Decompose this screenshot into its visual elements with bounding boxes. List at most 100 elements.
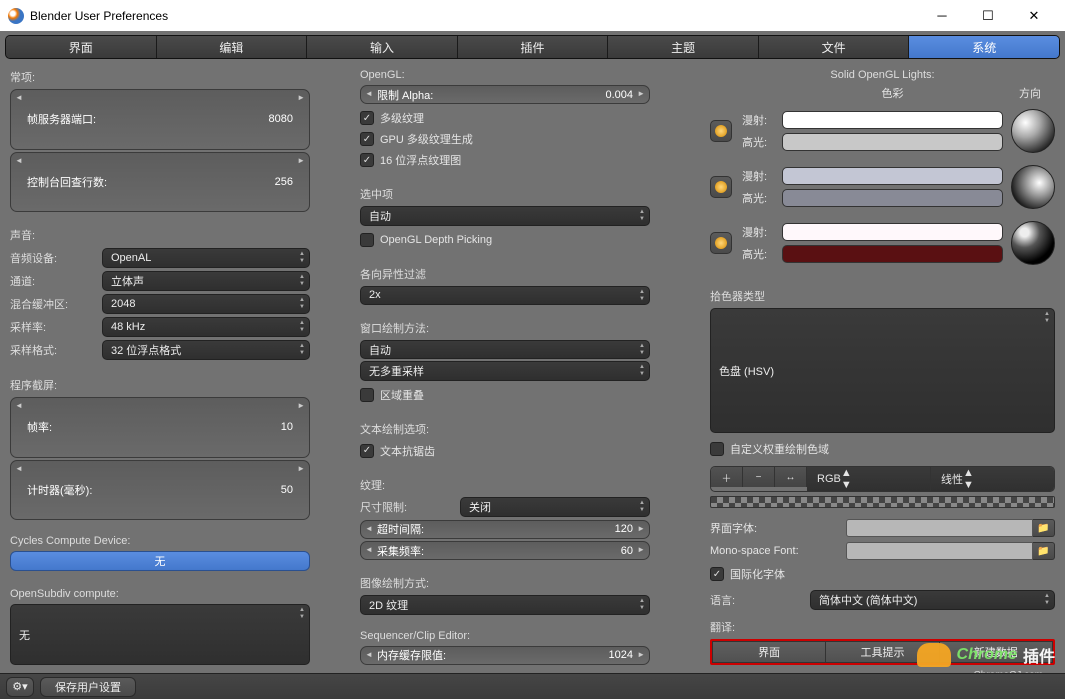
bulb-icon <box>715 181 727 193</box>
multisample-dropdown[interactable]: 无多重采样▲▼ <box>360 361 650 380</box>
color-picker-dropdown[interactable]: 色盘 (HSV)▲▼ <box>710 308 1055 433</box>
dropdown-knob-icon: ▲▼ <box>1044 593 1050 607</box>
ramp-interp-dropdown[interactable]: 线性▲▼ <box>931 467 1054 491</box>
interface-font-browse[interactable]: 📁 <box>1033 519 1055 537</box>
minimize-button[interactable]: ─ <box>919 1 965 31</box>
caret-right-icon: ► <box>297 93 305 102</box>
gpu-mipmap-checkbox[interactable] <box>360 132 374 146</box>
anisotropic-dropdown[interactable]: 2x▲▼ <box>360 286 650 305</box>
window-draw-dropdown[interactable]: 自动▲▼ <box>360 340 650 359</box>
clip-alpha-field[interactable]: ◄ 限制 Alpha: 0.004 ► <box>360 85 650 104</box>
maximize-button[interactable]: ☐ <box>965 1 1011 31</box>
float16-label: 16 位浮点纹理图 <box>380 152 461 168</box>
caret-right-icon: ► <box>637 89 645 98</box>
image-draw-dropdown[interactable]: 2D 纹理▲▼ <box>360 595 650 614</box>
caret-left-icon: ◄ <box>365 545 373 554</box>
light-3-toggle[interactable] <box>710 232 732 254</box>
tab-file[interactable]: 文件 <box>759 36 910 58</box>
console-scrollback-field[interactable]: ◄ 控制台回查行数: 256 ► <box>10 152 310 213</box>
dropdown-knob-icon: ▲▼ <box>639 364 645 378</box>
opensubdiv-dropdown[interactable]: 无▲▼ <box>10 604 310 665</box>
sequencer-label: Sequencer/Clip Editor: <box>360 630 650 642</box>
mono-font-browse[interactable]: 📁 <box>1033 542 1055 560</box>
ramp-colormode-dropdown[interactable]: RGB▲▼ <box>807 467 931 491</box>
timeout-field[interactable]: ◄ 超时间隔: 120 ► <box>360 520 650 539</box>
translate-interface-button[interactable]: 界面 <box>712 641 826 663</box>
light-3-diffuse-swatch[interactable] <box>782 223 1003 241</box>
dropdown-knob-icon: ▲▼ <box>639 209 645 223</box>
cycles-device-label: Cycles Compute Device: <box>10 535 310 547</box>
text-draw-label: 文本绘制选项: <box>360 421 650 437</box>
memory-cache-field[interactable]: ◄ 内存缓存限值: 1024 ► <box>360 646 650 665</box>
dropdown-knob-icon: ▲▼ <box>639 343 645 357</box>
sample-rate-dropdown[interactable]: 48 kHz▲▼ <box>102 317 310 337</box>
close-button[interactable]: ✕ <box>1011 1 1057 31</box>
timer-ms-field[interactable]: ◄ 计时器(毫秒): 50 ► <box>10 460 310 521</box>
custom-weight-checkbox[interactable] <box>710 442 724 456</box>
light-1-row: 漫射:高光: <box>710 105 1055 157</box>
mipmaps-checkbox[interactable] <box>360 111 374 125</box>
ramp-remove-button[interactable]: − <box>743 467 775 487</box>
selection-dropdown[interactable]: 自动▲▼ <box>360 206 650 225</box>
audio-device-label: 音频设备: <box>10 250 102 266</box>
ramp-flip-button[interactable]: ↔ <box>775 467 807 487</box>
frame-server-port-field[interactable]: ◄ 帧服务器端口: 8080 ► <box>10 89 310 150</box>
depth-picking-checkbox[interactable] <box>360 233 374 247</box>
color-picker-label: 拾色器类型 <box>710 288 1055 304</box>
mixing-buffer-dropdown[interactable]: 2048▲▼ <box>102 294 310 314</box>
save-user-settings-button[interactable]: 保存用户设置 <box>40 677 136 697</box>
color-ramp-widget[interactable] <box>710 496 1055 508</box>
tab-input[interactable]: 输入 <box>307 36 458 58</box>
opensubdiv-label: OpenSubdiv compute: <box>10 588 310 600</box>
ramp-add-button[interactable]: ＋ <box>711 467 743 487</box>
dropdown-knob-icon: ▲▼ <box>1044 311 1050 325</box>
cycles-device-button[interactable]: 无 <box>10 551 310 571</box>
light-2-specular-swatch[interactable] <box>782 189 1003 207</box>
tab-interface[interactable]: 界面 <box>6 36 157 58</box>
light-1-specular-swatch[interactable] <box>782 133 1003 151</box>
audio-device-dropdown[interactable]: OpenAL▲▼ <box>102 248 310 268</box>
window-titlebar: Blender User Preferences ─ ☐ ✕ <box>0 0 1065 31</box>
interface-font-field[interactable] <box>846 519 1033 537</box>
dropdown-knob-icon: ▲▼ <box>639 598 645 612</box>
gpu-mipmap-label: GPU 多级纹理生成 <box>380 131 473 147</box>
language-dropdown[interactable]: 简体中文 (简体中文)▲▼ <box>810 590 1055 610</box>
tab-system[interactable]: 系统 <box>909 36 1059 58</box>
i18n-fonts-checkbox[interactable] <box>710 567 724 581</box>
float16-checkbox[interactable] <box>360 153 374 167</box>
light-2-toggle[interactable] <box>710 176 732 198</box>
collection-rate-field[interactable]: ◄ 采集频率: 60 ► <box>360 541 650 560</box>
interface-font-label: 界面字体: <box>710 520 846 536</box>
editor-type-button[interactable]: ⚙▾ <box>6 677 34 697</box>
light-3-specular-swatch[interactable] <box>782 245 1003 263</box>
tab-themes[interactable]: 主题 <box>608 36 759 58</box>
opengl-section-label: OpenGL: <box>360 69 650 81</box>
bulb-icon <box>715 237 727 249</box>
fps-field[interactable]: ◄ 帧率: 10 ► <box>10 397 310 458</box>
light-1-toggle[interactable] <box>710 120 732 142</box>
sample-format-dropdown[interactable]: 32 位浮点格式▲▼ <box>102 340 310 360</box>
light-3-direction-sphere[interactable] <box>1011 221 1055 265</box>
caret-left-icon: ◄ <box>15 401 23 410</box>
custom-weight-label: 自定义权重绘制色域 <box>730 441 829 457</box>
dropdown-knob-icon: ▲▼ <box>639 500 645 514</box>
caret-left-icon: ◄ <box>365 89 373 98</box>
mono-font-field[interactable] <box>846 542 1033 560</box>
caret-left-icon: ◄ <box>365 650 373 659</box>
light-3-row: 漫射:高光: <box>710 217 1055 269</box>
light-2-row: 漫射:高光: <box>710 161 1055 213</box>
text-aa-checkbox[interactable] <box>360 444 374 458</box>
caret-left-icon: ◄ <box>15 464 23 473</box>
region-overlap-checkbox[interactable] <box>360 388 374 402</box>
channels-dropdown[interactable]: 立体声▲▼ <box>102 271 310 291</box>
light-1-direction-sphere[interactable] <box>1011 109 1055 153</box>
dropdown-knob-icon: ▲▼ <box>299 297 305 311</box>
light-1-diffuse-swatch[interactable] <box>782 111 1003 129</box>
light-2-diffuse-swatch[interactable] <box>782 167 1003 185</box>
tab-editing[interactable]: 编辑 <box>157 36 308 58</box>
tab-addons[interactable]: 插件 <box>458 36 609 58</box>
caret-right-icon: ► <box>637 650 645 659</box>
light-2-direction-sphere[interactable] <box>1011 165 1055 209</box>
dropdown-knob-icon: ▲▼ <box>299 320 305 334</box>
size-limit-dropdown[interactable]: 关闭▲▼ <box>460 497 650 517</box>
